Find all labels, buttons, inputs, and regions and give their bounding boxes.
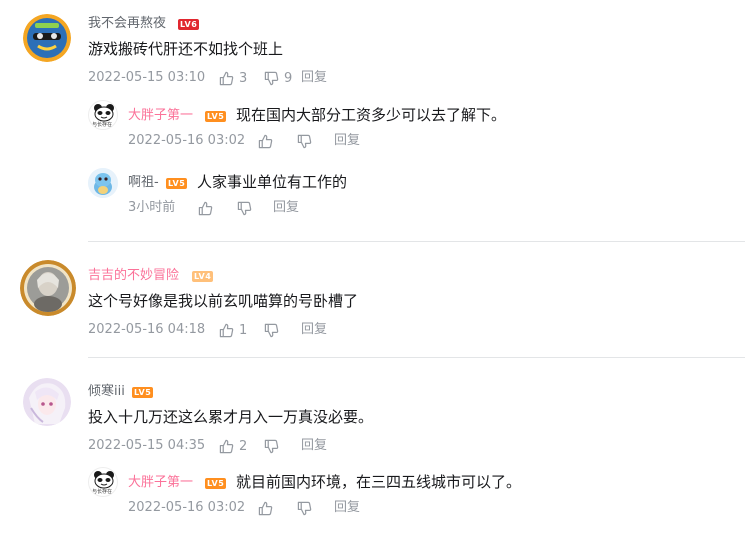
like-count: 1 <box>239 322 248 338</box>
comment-text: 投入十几万还这么累才月入一万真没必要。 <box>88 408 374 426</box>
thumbs-up-icon <box>219 71 234 85</box>
reply-button[interactable]: 回复 <box>334 133 360 149</box>
thumbs-up-icon <box>258 501 273 515</box>
reply-button[interactable]: 回复 <box>301 70 327 86</box>
reply-button[interactable]: 回复 <box>273 200 299 216</box>
comment-username[interactable]: 吉吉的不妙冒险 <box>88 268 179 284</box>
level-badge: LV5 <box>132 387 154 398</box>
reply-text: 人家事业单位有工作的 <box>197 173 348 191</box>
comment-username[interactable]: 我不会再熬夜 <box>88 16 166 32</box>
like-count: 3 <box>239 70 248 86</box>
like-button[interactable]: 2 <box>219 437 247 455</box>
level-badge: LV5 <box>205 111 227 122</box>
avatar[interactable]: 与长存在 <box>88 100 118 130</box>
dislike-button[interactable] <box>237 199 252 217</box>
thumbs-down-icon <box>264 323 279 337</box>
thumbs-down-icon <box>297 134 312 148</box>
avatar[interactable] <box>20 260 76 316</box>
thumbs-down-icon <box>237 201 252 215</box>
reply-time: 3小时前 <box>128 200 176 215</box>
reply-username[interactable]: 啊祖- <box>128 175 159 191</box>
avatar[interactable] <box>23 14 71 62</box>
thumbs-down-icon <box>264 439 279 453</box>
thumbs-down-icon <box>264 71 279 85</box>
dislike-button[interactable] <box>264 321 279 339</box>
level-badge: LV5 <box>166 178 188 189</box>
comment-time: 2022-05-15 04:35 <box>88 438 206 453</box>
divider <box>88 357 745 358</box>
comment-time: 2022-05-16 04:18 <box>88 322 206 337</box>
reply-time: 2022-05-16 03:02 <box>128 133 246 148</box>
reply-text: 现在国内大部分工资多少可以去了解下。 <box>236 106 507 124</box>
avatar[interactable] <box>23 378 71 426</box>
dislike-count: 9 <box>284 70 293 86</box>
comment-text: 游戏搬砖代肝还不如找个班上 <box>88 40 284 58</box>
reply-button[interactable]: 回复 <box>301 322 327 338</box>
reply-button[interactable]: 回复 <box>334 500 360 516</box>
reply-time: 2022-05-16 03:02 <box>128 500 246 515</box>
comment-text: 这个号好像是我以前玄叽喵算的号卧槽了 <box>88 292 359 310</box>
thumbs-up-icon <box>198 201 213 215</box>
avatar[interactable] <box>88 168 118 198</box>
level-badge: LV6 <box>178 19 200 30</box>
comment-time: 2022-05-15 03:10 <box>88 70 206 85</box>
dislike-button[interactable] <box>297 499 312 517</box>
thumbs-up-icon <box>258 134 273 148</box>
like-count: 2 <box>239 438 248 454</box>
thumbs-down-icon <box>297 501 312 515</box>
like-button[interactable] <box>198 199 213 217</box>
like-button[interactable] <box>258 499 273 517</box>
like-button[interactable] <box>258 132 273 150</box>
reply-username[interactable]: 大胖子第一 <box>128 108 193 124</box>
avatar[interactable]: 与长存在 <box>88 467 118 497</box>
level-badge: LV5 <box>205 478 227 489</box>
dislike-button[interactable] <box>264 437 279 455</box>
reply-text: 就目前国内环境，在三四五线城市可以了。 <box>236 473 522 491</box>
level-badge: LV4 <box>192 271 214 282</box>
like-button[interactable]: 1 <box>219 321 247 339</box>
divider <box>88 241 745 242</box>
reply-username[interactable]: 大胖子第一 <box>128 475 193 491</box>
dislike-button[interactable]: 9 <box>264 69 292 87</box>
avatar-caption: 与长存在 <box>92 489 113 495</box>
like-button[interactable]: 3 <box>219 69 247 87</box>
avatar-caption: 与长存在 <box>92 122 113 128</box>
comment-username[interactable]: 倾寒iii <box>88 384 125 400</box>
thumbs-up-icon <box>219 439 234 453</box>
thumbs-up-icon <box>219 323 234 337</box>
reply-button[interactable]: 回复 <box>301 438 327 454</box>
dislike-button[interactable] <box>297 132 312 150</box>
